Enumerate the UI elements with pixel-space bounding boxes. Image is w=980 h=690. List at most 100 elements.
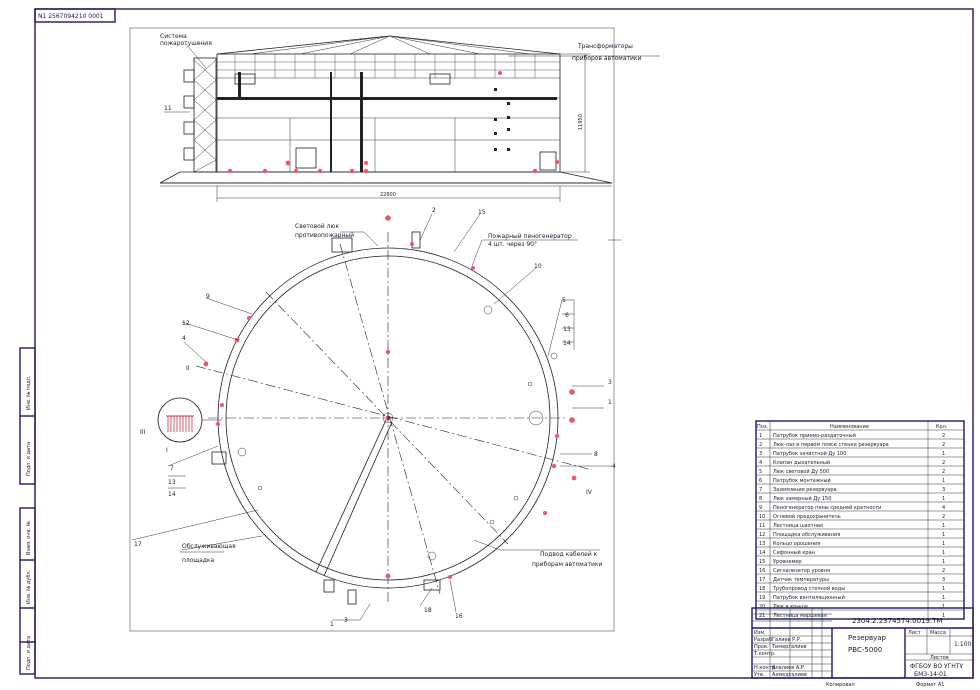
name-3: Тимергалиев [771,644,807,650]
sheet-label: Лист [908,630,921,636]
spec-row-pos: 16 [759,568,765,574]
spec-row-pos: 14 [759,550,765,556]
spec-row-name: Патрубок приемо-раздаточный [773,432,856,439]
pos-16: 16 [455,613,463,620]
spec-row-name: Лестница шахтная [773,523,823,529]
roman-ii-a: II [186,365,190,372]
pos-3b: 3 [344,617,348,624]
callout-fire-system-2: пожаротушения [160,40,212,47]
spec-row-pos: 15 [759,559,765,565]
spec-header-pos: Поз. [757,424,768,430]
format-label: Формат А1 [916,682,944,688]
spec-header-qty: Кол. [936,424,948,430]
role-6: Утв. [754,672,765,678]
spec-row-qty: 2 [942,469,945,475]
strip-label-5: Подп. и дата [26,636,32,670]
spec-row-name: Сигнализатор уровня [773,568,830,574]
roman-iii: III [140,429,146,436]
roman-iv: IV [586,489,593,496]
pos-18: 18 [424,607,432,614]
role-3: Пров. [754,644,769,650]
spec-row-qty: 1 [942,478,945,484]
spec-row-name: Огневой предохранитель [773,513,841,520]
spec-row-qty: 1 [942,541,945,547]
pos-4b: 4 [612,463,616,470]
tank-plan: Световой люк противопожарный Пожарный пе… [131,207,622,628]
pos-7: 7 [170,465,174,472]
spec-row-qty: 4 [942,505,945,511]
spec-row-name: Клапан дыхательный [773,459,830,466]
pos-6: 6 [565,312,569,319]
spec-row-name: Площадка обслуживания [773,532,840,538]
left-strip: Инв. № подл. Подп. и дата Взам. инв. № И… [19,347,36,675]
role-4: Т.контр. [753,651,776,657]
drawing-sheet: N1 2567094210 0001 Инв. № подл. Подп. и … [19,8,974,688]
spec-row-name: Люк-лаз в первом поясе стенки резервуара [773,442,889,448]
spec-row-qty: 3 [942,577,945,583]
sheets-label: Листов [930,655,949,661]
spec-row-qty: 1 [942,595,945,601]
stamp-top-left: N1 2567094210 0001 [38,13,104,20]
spec-header-name: Наименование [830,424,869,430]
spec-row-name: Кольцо орошения [773,541,820,547]
dim-height: 11950 [578,114,584,130]
spec-row-qty: 1 [942,451,945,457]
spec-row-pos: 3 [759,451,762,457]
callout-light-hatch: Световой люк [295,223,339,230]
outer-border [34,8,974,679]
spec-row-name: Люк в крыше [773,604,808,610]
callout-light-hatch-2: противопожарный [295,232,354,239]
pos-1b: 1 [330,621,334,628]
pos-8: 8 [594,451,598,458]
pos-12: 12 [182,320,190,327]
pos-9: 9 [206,293,210,300]
spec-row-pos: 8 [759,496,762,502]
org-1: ФГБОУ ВО УГНТУ [910,663,963,670]
spec-row-name: Сифонный кран [773,549,815,556]
spec-row-name: Пеногенератор пены средней кратности [773,504,881,511]
spec-row-pos: 7 [759,487,762,493]
role-1: Изм. [754,630,766,636]
spec-row-pos: 11 [759,523,765,529]
title-block: 2304.2.2374574.0019.ТМ Резервуар РВС-500… [751,607,974,688]
spec-row-qty: 1 [942,586,945,592]
spec-row-name: Люк замерный Ду 150 [773,495,831,502]
callout-fire-nozzle: Пожарный пеногенератор [488,233,572,240]
spec-row-pos: 18 [759,586,765,592]
scale-value: 1:100 [954,641,971,648]
drawing-title-1: Резервуар [848,634,887,642]
callout-instrument-2: приборов автоматики [572,55,642,62]
spec-row-pos: 13 [759,541,765,547]
spec-row-qty: 1 [942,523,945,529]
spec-row-name: Уровнемер [773,559,802,565]
spec-row-qty: 1 [942,496,945,502]
spec-row-pos: 20 [759,604,765,610]
pos-3: 3 [608,379,612,386]
strip-label-3: Взам. инв. № [26,520,32,555]
copied-label: Копировал [826,682,855,688]
pos-4a: 4 [182,335,186,342]
spec-row-name: Патрубок зачистной Ду 100 [773,450,846,457]
inner-border [129,27,615,632]
roof-railing [217,54,560,78]
spec-row-qty: 1 [942,532,945,538]
pos-13b: 13 [168,479,176,486]
callout-cable-line: Подвод кабелей к [540,551,598,558]
drawing-title-2: РВС-5000 [848,646,882,654]
label-elev-11: 11 [164,105,172,112]
spec-row-qty: 2 [942,433,945,439]
callout-instrument: Трансформаторы [577,43,633,50]
spec-row-qty: 2 [942,568,945,574]
spec-row-pos: 1 [759,433,762,439]
pos-1a: 1 [608,399,612,406]
spec-row-qty: 3 [942,487,945,493]
spec-row-name: Патрубок монтажный [773,477,831,484]
callout-fire-nozzle-2: 4 шт. через 90° [488,241,537,248]
spec-row-pos: 12 [759,532,765,538]
spec-row-pos: 4 [759,460,762,466]
pos-13a: 13 [563,326,571,333]
name-5: Ялалиев А.Р. [772,665,806,671]
callout-cable-line-2: приборам автоматики [532,561,603,568]
pos-10: 10 [534,263,542,270]
pos-15: 15 [478,209,486,216]
